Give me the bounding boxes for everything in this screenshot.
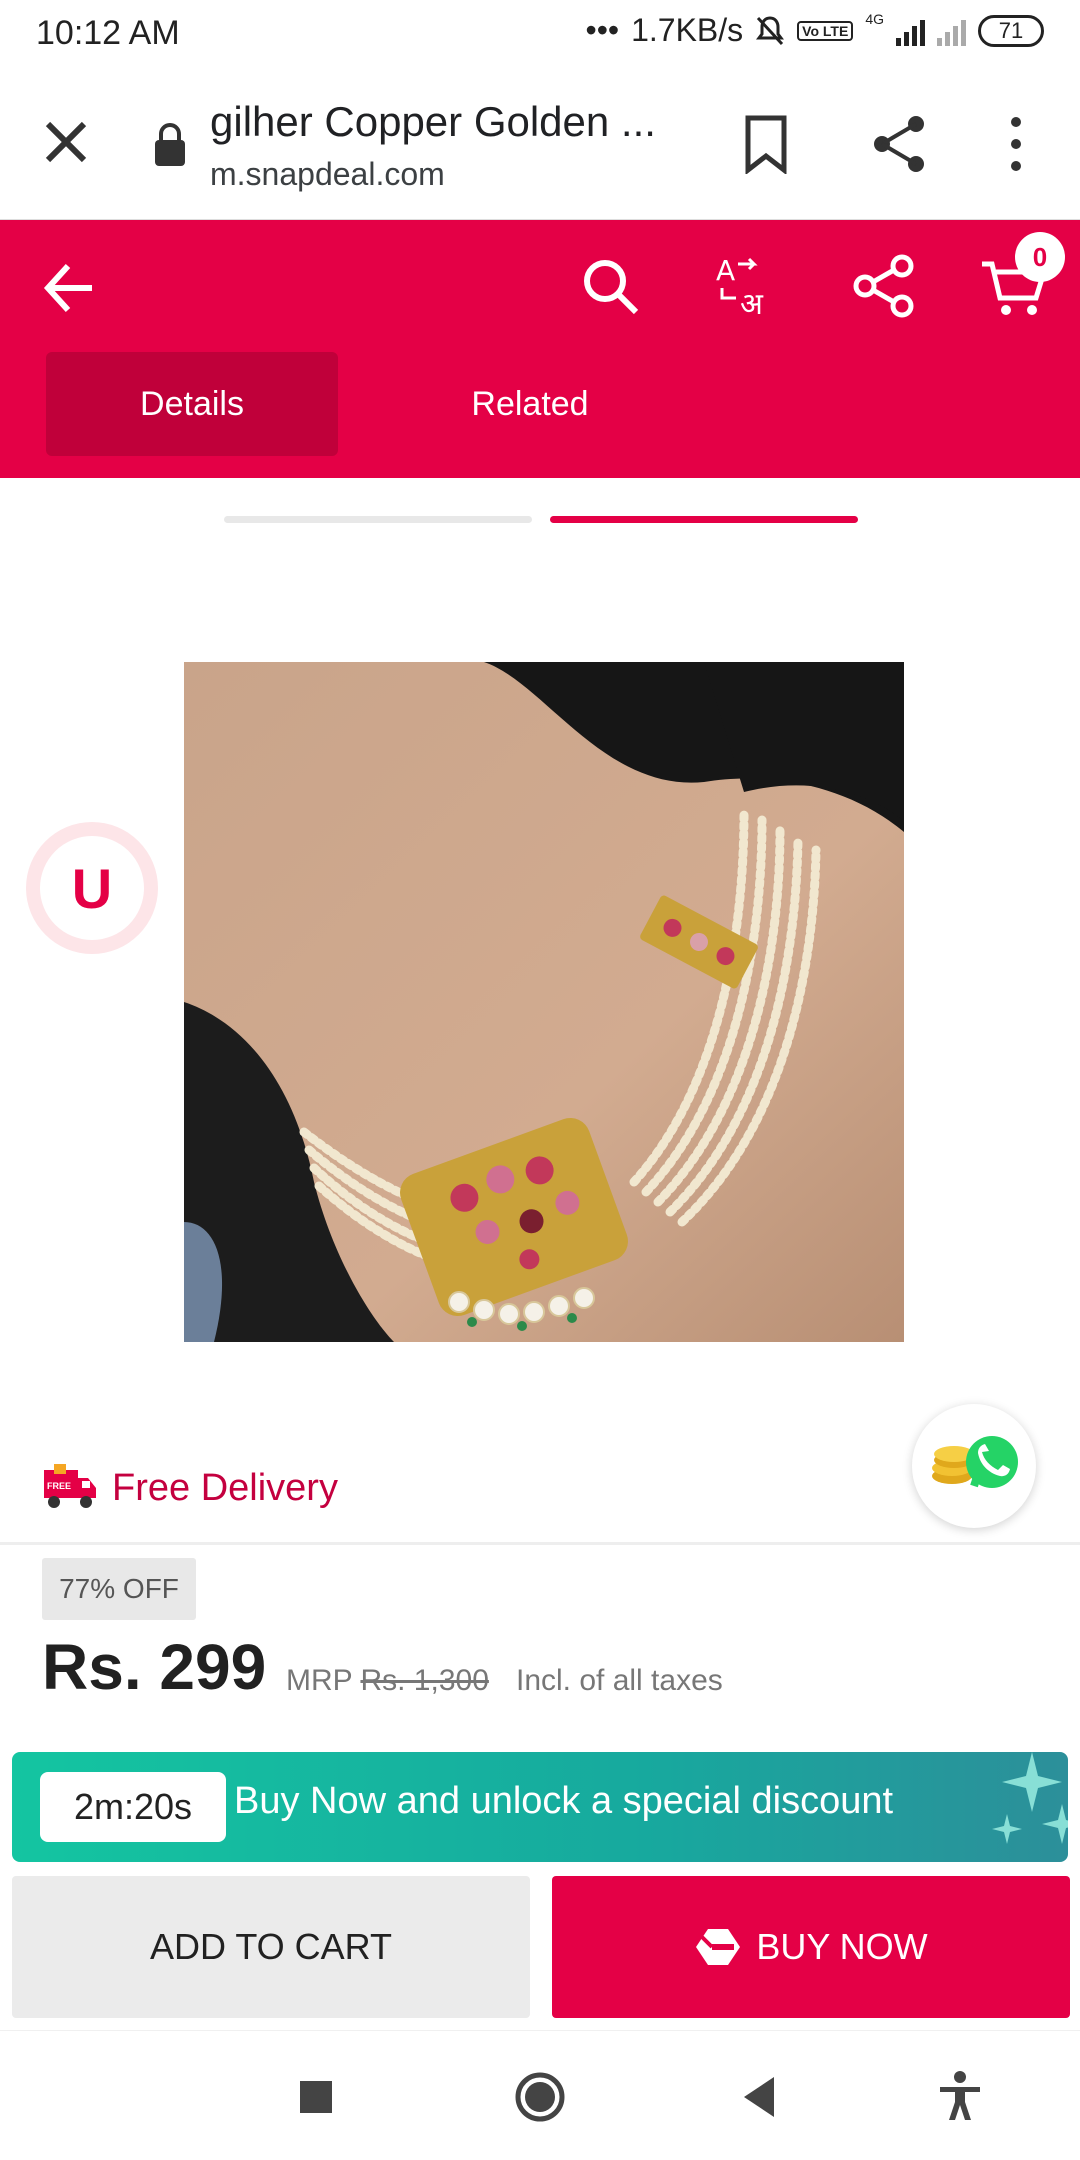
delivery-icon-text: FREE — [47, 1481, 71, 1491]
signal-weak-icon — [937, 16, 966, 46]
share-icon[interactable] — [870, 114, 928, 174]
tax-note: Incl. of all taxes — [516, 1664, 723, 1697]
lock-icon — [155, 123, 185, 166]
free-delivery-label: Free Delivery — [112, 1466, 338, 1509]
carousel-indicator[interactable] — [224, 516, 532, 523]
brand-badge-inner: U — [40, 836, 144, 940]
status-time: 10:12 AM — [36, 14, 180, 52]
mrp-value: Rs. 1,300 — [360, 1664, 489, 1697]
offer-text: Buy Now and unlock a special discount — [234, 1780, 894, 1822]
delivery-truck-icon: FREE — [44, 1464, 96, 1508]
add-to-cart-button[interactable]: ADD TO CART — [12, 1876, 530, 2018]
brand-letter: U — [71, 856, 113, 920]
close-icon[interactable] — [34, 110, 98, 174]
mrp: MRP Rs. 1,300 — [286, 1664, 489, 1698]
mrp-label: MRP — [286, 1664, 353, 1697]
home-icon[interactable] — [510, 2067, 570, 2127]
back-arrow-icon[interactable] — [40, 258, 100, 318]
sparkle-icon — [1042, 1804, 1068, 1844]
translate-icon[interactable]: Aअ — [712, 250, 782, 320]
sparkle-icon — [1002, 1752, 1062, 1812]
svg-text:अ: अ — [740, 287, 764, 320]
buy-now-button[interactable]: BUY NOW — [552, 1876, 1070, 2018]
page-domain[interactable]: m.snapdeal.com — [210, 156, 445, 193]
brand-badge[interactable]: U — [26, 822, 158, 954]
network-type: 4G — [865, 11, 884, 27]
back-triangle-icon[interactable] — [730, 2067, 790, 2127]
app-header: Aअ Details Related — [0, 220, 1080, 478]
tab-related[interactable]: Related — [384, 352, 676, 456]
offer-banner[interactable]: 2m:20s Buy Now and unlock a special disc… — [12, 1752, 1068, 1862]
cart-count-badge: 0 — [1015, 232, 1065, 282]
battery-icon: 71 — [978, 14, 1044, 47]
offer-timer: 2m:20s — [40, 1772, 226, 1842]
bell-muted-icon — [756, 15, 785, 45]
discount-badge: 77% OFF — [42, 1558, 196, 1620]
carousel-indicator-active[interactable] — [550, 516, 858, 523]
tab-details[interactable]: Details — [46, 352, 338, 456]
volte-icon: Vo LTE — [797, 20, 854, 41]
section-divider — [0, 1542, 1080, 1545]
product-gallery: U — [0, 478, 1080, 1538]
product-image[interactable] — [184, 662, 904, 1342]
more-vert-icon[interactable] — [1000, 112, 1032, 176]
net-speed: 1.7KB/s — [631, 12, 744, 48]
whatsapp-share-button[interactable] — [912, 1404, 1036, 1528]
product-price: Rs. 299 — [42, 1631, 267, 1703]
signal-icon — [896, 16, 925, 46]
browser-url-bar: gilher Copper Golden ... m.snapdeal.com — [0, 70, 1080, 220]
search-icon[interactable] — [578, 254, 642, 318]
buy-now-label: BUY NOW — [756, 1926, 928, 1967]
accessibility-icon[interactable] — [930, 2067, 990, 2127]
system-nav-bar — [0, 2030, 1080, 2160]
coins-whatsapp-icon — [932, 1436, 1018, 1488]
sparkle-icon — [992, 1814, 1022, 1844]
page-title[interactable]: gilher Copper Golden ... — [210, 98, 680, 146]
svg-text:A: A — [716, 254, 735, 287]
status-bar: 10:12 AM ••• 1.7KB/s Vo LTE 4G 71 — [0, 0, 1080, 70]
status-indicators: ••• 1.7KB/s Vo LTE 4G 71 — [585, 12, 1044, 49]
free-delivery: FREE Free Delivery — [42, 1462, 338, 1514]
battery-level: 71 — [998, 17, 1024, 43]
bookmark-icon[interactable] — [740, 114, 792, 174]
recents-icon[interactable] — [286, 2067, 346, 2127]
share-icon[interactable] — [852, 254, 916, 318]
more-dots-icon: ••• — [585, 12, 620, 48]
snapdeal-logo-icon — [696, 1929, 741, 1965]
